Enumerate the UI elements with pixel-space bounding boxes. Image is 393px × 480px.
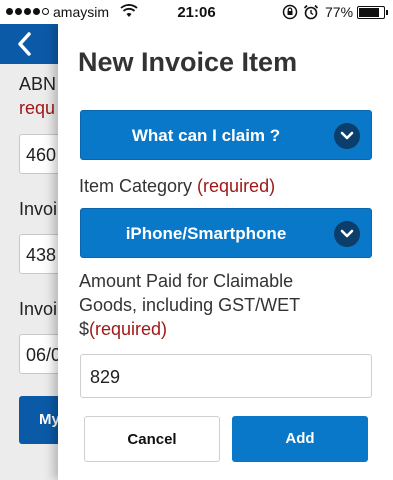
invoice-label-2: Invoi [19,299,58,319]
screen: amaysim 21:06 77% ABN requ 460 Invoi 438… [0,0,393,480]
back-chevron-icon[interactable] [14,30,36,58]
invoice-label-1: Invoi [19,199,58,219]
battery-percentage: 77% [325,4,354,20]
add-button[interactable]: Add [232,416,368,462]
modal-title: New Invoice Item [78,47,298,77]
chevron-down-icon [334,221,360,247]
amount-paid-label: Amount Paid for Claimable Goods, includi… [79,271,301,339]
battery-icon [357,6,388,19]
item-category-label: Item Category (required) [79,176,276,196]
required-marker: (required) [197,176,276,196]
abn-required-label: requ [19,98,56,118]
abn-label: ABN [19,74,57,94]
alarm-icon [303,4,319,20]
item-category-select[interactable]: iPhone/Smartphone [80,208,372,258]
chevron-down-icon [334,123,360,149]
status-bar: amaysim 21:06 77% [0,0,393,24]
what-can-i-claim-select[interactable]: What can I claim ? [80,110,372,160]
cancel-button[interactable]: Cancel [84,416,220,462]
amount-paid-input[interactable]: 829 [80,354,372,398]
what-can-i-claim-label: What can I claim ? [131,126,281,145]
new-invoice-item-modal: New Invoice Item What can I claim ? Item… [58,24,393,480]
required-marker: (required) [89,319,168,339]
item-category-value: iPhone/Smartphone [125,224,287,243]
rotation-lock-icon [282,4,298,20]
